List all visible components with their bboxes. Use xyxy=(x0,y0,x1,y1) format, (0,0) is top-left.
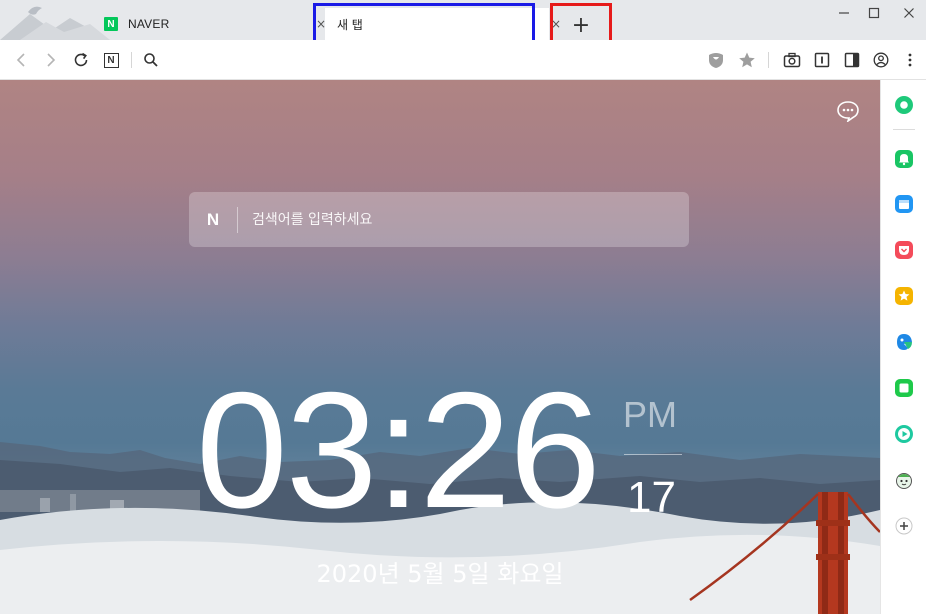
tab-new-tab[interactable]: 새 탭 × xyxy=(325,8,561,40)
maximize-icon xyxy=(868,7,880,19)
clock-divider xyxy=(624,454,682,455)
calendar-icon xyxy=(895,195,913,213)
maximize-button[interactable] xyxy=(860,2,888,24)
chat-bubble-icon xyxy=(837,101,859,124)
new-tab-button[interactable]: + xyxy=(565,10,597,40)
profile-icon xyxy=(873,52,889,68)
shield-button[interactable] xyxy=(705,49,727,71)
play-icon xyxy=(895,425,913,443)
right-sidebar xyxy=(880,80,926,614)
reader-button[interactable] xyxy=(811,49,833,71)
menu-icon xyxy=(908,53,912,67)
toolbar-divider xyxy=(768,52,769,68)
search-button[interactable] xyxy=(140,49,162,71)
naver-search-logo-icon[interactable]: N xyxy=(189,192,237,247)
close-icon xyxy=(904,8,914,18)
search-icon xyxy=(144,53,158,67)
mascot-icon xyxy=(896,473,912,489)
clock-time: 03:26 xyxy=(196,358,601,542)
profile-button[interactable] xyxy=(870,49,892,71)
sidebar-add-button[interactable] xyxy=(893,515,915,537)
sidebar-item-character[interactable] xyxy=(893,469,915,491)
sidebar-item-pocket[interactable] xyxy=(893,239,915,261)
date-text: 2020년 5월 5일 화요일 xyxy=(316,560,564,588)
capture-button[interactable] xyxy=(781,49,803,71)
new-tab-page: N 03:26 PM 17 2020년 5월 5일 화요일 xyxy=(0,80,880,614)
forward-icon xyxy=(47,53,56,67)
reader-icon xyxy=(814,52,830,68)
capture-camera-icon xyxy=(783,52,801,68)
toolbar: N xyxy=(0,40,926,80)
search-input[interactable] xyxy=(238,192,689,247)
sidebar-toggle-icon xyxy=(844,52,860,68)
tab-label: 새 탭 xyxy=(337,17,364,32)
feedback-chat-button[interactable] xyxy=(836,100,860,124)
minimize-button[interactable] xyxy=(830,2,858,24)
naver-favicon-icon: N xyxy=(104,17,118,31)
site-icon-letter: N xyxy=(107,54,115,66)
add-icon xyxy=(895,517,913,535)
sidebar-item-favorites[interactable] xyxy=(893,285,915,307)
pocket-icon xyxy=(895,241,913,259)
toolbar-divider xyxy=(131,52,132,68)
tab-strip: N NAVER × 새 탭 × + xyxy=(0,0,926,51)
sidebar-item-calendar[interactable] xyxy=(893,193,915,215)
tab-naver[interactable]: N NAVER × xyxy=(96,8,326,40)
naver-home-button[interactable]: N xyxy=(100,49,122,71)
menu-button[interactable] xyxy=(899,49,921,71)
shield-icon xyxy=(709,53,723,68)
sidebar-item-green-circle[interactable] xyxy=(893,94,915,116)
sidebar-divider xyxy=(893,129,915,130)
forward-button[interactable] xyxy=(40,49,62,71)
sidebar-item-media[interactable] xyxy=(893,423,915,445)
sidebar-item-alarm[interactable] xyxy=(893,148,915,170)
reload-button[interactable] xyxy=(70,49,92,71)
tab-strip-theme-art xyxy=(0,0,110,40)
tab-label: NAVER xyxy=(128,17,170,31)
sidebar-item-translate[interactable] xyxy=(893,331,915,353)
reload-icon xyxy=(74,52,88,67)
clock-seconds: 17 xyxy=(627,473,676,522)
tab-close-icon[interactable]: × xyxy=(549,17,563,31)
close-window-button[interactable] xyxy=(895,2,923,24)
sidebar-item-memo[interactable] xyxy=(893,377,915,399)
square-icon xyxy=(895,379,913,397)
bookmark-star-icon xyxy=(739,52,755,68)
green-circle-icon xyxy=(895,96,913,114)
search-box: N xyxy=(189,192,689,247)
naver-home-icon: N xyxy=(103,52,119,68)
clock-date: 2020년 5월 5일 화요일 xyxy=(0,554,880,589)
back-button[interactable] xyxy=(10,49,32,71)
bell-icon xyxy=(895,150,913,168)
clock-ampm: PM xyxy=(623,394,677,435)
translate-icon xyxy=(897,334,912,350)
minimize-icon xyxy=(839,12,849,14)
bookmark-button[interactable] xyxy=(736,49,758,71)
sidebar-toggle-button[interactable] xyxy=(841,49,863,71)
star-icon xyxy=(895,287,913,305)
back-icon xyxy=(16,53,25,67)
